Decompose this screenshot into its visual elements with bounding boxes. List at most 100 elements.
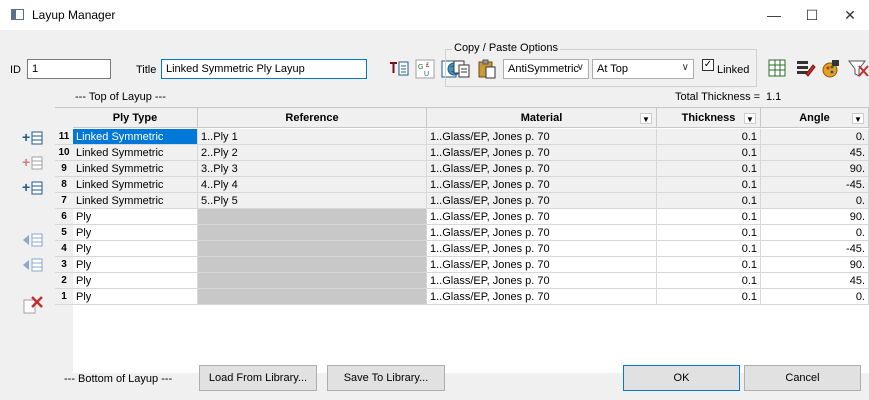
text-insert-icon[interactable] (388, 58, 410, 80)
row-number[interactable]: 10 (55, 145, 73, 161)
paste-position-select[interactable]: At Top ∨ (592, 59, 694, 79)
thickness-cell[interactable]: 0.1 (657, 209, 761, 225)
material-cell[interactable]: 1..Glass/EP, Jones p. 70 (427, 273, 657, 289)
reference-cell[interactable]: 1..Ply 1 (198, 129, 427, 145)
reference-cell[interactable]: 5..Ply 5 (198, 193, 427, 209)
table-row[interactable]: 11 Linked Symmetric 1..Ply 1 1..Glass/EP, J… (55, 129, 869, 145)
row-number[interactable]: 3 (55, 257, 73, 273)
renumber-icon[interactable]: G U £ (414, 58, 436, 80)
table-row[interactable]: 6 Ply 1..Glass/EP, Jones p. 70 0.1 90. (55, 209, 869, 225)
dropdown-icon[interactable]: ▼ (640, 113, 652, 124)
thickness-cell[interactable]: 0.1 (657, 193, 761, 209)
close-button[interactable]: ✕ (832, 4, 868, 26)
dropdown-icon[interactable]: ▼ (744, 113, 756, 124)
angle-cell[interactable]: 0. (761, 289, 869, 305)
thickness-cell[interactable]: 0.1 (657, 225, 761, 241)
reference-cell[interactable]: 4..Ply 4 (198, 177, 427, 193)
ply-type-cell[interactable]: Linked Symmetric (73, 161, 198, 177)
reference-cell[interactable]: 2..Ply 2 (198, 145, 427, 161)
material-cell[interactable]: 1..Glass/EP, Jones p. 70 (427, 193, 657, 209)
copy-icon[interactable] (451, 58, 473, 80)
ply-type-cell[interactable]: Ply (73, 289, 198, 305)
ply-type-cell[interactable]: Ply (73, 273, 198, 289)
reference-cell[interactable] (198, 225, 427, 241)
reference-cell[interactable] (198, 241, 427, 257)
maximize-button[interactable]: ☐ (794, 4, 830, 26)
column-header-angle[interactable]: Angle ▼ (761, 108, 869, 128)
column-header-thickness[interactable]: Thickness ▼ (657, 108, 761, 128)
move-down-icon[interactable] (21, 253, 45, 277)
ply-type-cell[interactable]: Ply (73, 209, 198, 225)
angle-cell[interactable]: -45. (761, 177, 869, 193)
material-cell[interactable]: 1..Glass/EP, Jones p. 70 (427, 129, 657, 145)
angle-cell[interactable]: 0. (761, 193, 869, 209)
material-cell[interactable]: 1..Glass/EP, Jones p. 70 (427, 177, 657, 193)
reference-cell[interactable] (198, 209, 427, 225)
row-number[interactable]: 4 (55, 241, 73, 257)
linked-checkbox[interactable]: ✓ (702, 59, 714, 71)
thickness-cell[interactable]: 0.1 (657, 257, 761, 273)
table-row[interactable]: 4 Ply 1..Glass/EP, Jones p. 70 0.1 -45. (55, 241, 869, 257)
insert-above-icon[interactable]: + (21, 126, 45, 150)
thickness-cell[interactable]: 0.1 (657, 289, 761, 305)
material-cell[interactable]: 1..Glass/EP, Jones p. 70 (427, 225, 657, 241)
reference-cell[interactable] (198, 273, 427, 289)
table-row[interactable]: 9 Linked Symmetric 3..Ply 3 1..Glass/EP, Jo… (55, 161, 869, 177)
material-cell[interactable]: 1..Glass/EP, Jones p. 70 (427, 289, 657, 305)
angle-cell[interactable]: 0. (761, 225, 869, 241)
row-number[interactable]: 7 (55, 193, 73, 209)
thickness-cell[interactable]: 0.1 (657, 177, 761, 193)
row-number[interactable]: 11 (55, 129, 73, 145)
load-from-library-button[interactable]: Load From Library... (199, 365, 317, 391)
row-number[interactable]: 9 (55, 161, 73, 177)
reference-cell[interactable] (198, 289, 427, 305)
title-field[interactable]: Linked Symmetric Ply Layup (161, 59, 367, 79)
table-row[interactable]: 8 Linked Symmetric 4..Ply 4 1..Glass/EP, Jo… (55, 177, 869, 193)
spreadsheet-icon[interactable] (766, 57, 788, 79)
angle-cell[interactable]: 90. (761, 209, 869, 225)
material-cell[interactable]: 1..Glass/EP, Jones p. 70 (427, 257, 657, 273)
material-cell[interactable]: 1..Glass/EP, Jones p. 70 (427, 161, 657, 177)
filter-icon[interactable] (847, 57, 869, 79)
row-number[interactable]: 8 (55, 177, 73, 193)
move-up-icon[interactable] (21, 228, 45, 252)
ok-button[interactable]: OK (623, 365, 740, 391)
color-icon[interactable] (820, 57, 842, 79)
delete-row-icon[interactable] (21, 293, 45, 317)
thickness-cell[interactable]: 0.1 (657, 241, 761, 257)
dropdown-icon[interactable]: ▼ (852, 113, 864, 124)
table-row[interactable]: 5 Ply 1..Glass/EP, Jones p. 70 0.1 0. (55, 225, 869, 241)
ply-type-cell[interactable]: Linked Symmetric (73, 129, 198, 145)
minimize-button[interactable]: — (756, 4, 792, 26)
table-row[interactable]: 2 Ply 1..Glass/EP, Jones p. 70 0.1 45. (55, 273, 869, 289)
table-row[interactable]: 7 Linked Symmetric 5..Ply 5 1..Glass/EP, Jo… (55, 193, 869, 209)
copy-mode-select[interactable]: AntiSymmetric ∨ (503, 59, 589, 79)
row-number[interactable]: 2 (55, 273, 73, 289)
ply-type-cell[interactable]: Linked Symmetric (73, 193, 198, 209)
thickness-cell[interactable]: 0.1 (657, 129, 761, 145)
column-header-material[interactable]: Material ▼ (427, 108, 657, 128)
id-field[interactable]: 1 (27, 59, 111, 79)
insert-below-icon[interactable]: + (21, 151, 45, 175)
column-header-ply-type[interactable]: Ply Type (73, 108, 198, 128)
paste-icon[interactable] (476, 58, 498, 80)
ply-type-cell[interactable]: Ply (73, 225, 198, 241)
row-number[interactable]: 5 (55, 225, 73, 241)
save-to-library-button[interactable]: Save To Library... (327, 365, 445, 391)
ply-type-cell[interactable]: Linked Symmetric (73, 145, 198, 161)
angle-cell[interactable]: 45. (761, 145, 869, 161)
angle-cell[interactable]: 90. (761, 161, 869, 177)
table-row[interactable]: 1 Ply 1..Glass/EP, Jones p. 70 0.1 0. (55, 289, 869, 305)
column-header-reference[interactable]: Reference (198, 108, 427, 128)
angle-cell[interactable]: 45. (761, 273, 869, 289)
table-row[interactable]: 3 Ply 1..Glass/EP, Jones p. 70 0.1 90. (55, 257, 869, 273)
cancel-button[interactable]: Cancel (744, 365, 861, 391)
thickness-cell[interactable]: 0.1 (657, 273, 761, 289)
thickness-cell[interactable]: 0.1 (657, 161, 761, 177)
table-row[interactable]: 10 Linked Symmetric 2..Ply 2 1..Glass/EP, J… (55, 145, 869, 161)
angle-cell[interactable]: 90. (761, 257, 869, 273)
row-number[interactable]: 1 (55, 289, 73, 305)
material-cell[interactable]: 1..Glass/EP, Jones p. 70 (427, 145, 657, 161)
angle-cell[interactable]: 0. (761, 129, 869, 145)
reference-cell[interactable] (198, 257, 427, 273)
